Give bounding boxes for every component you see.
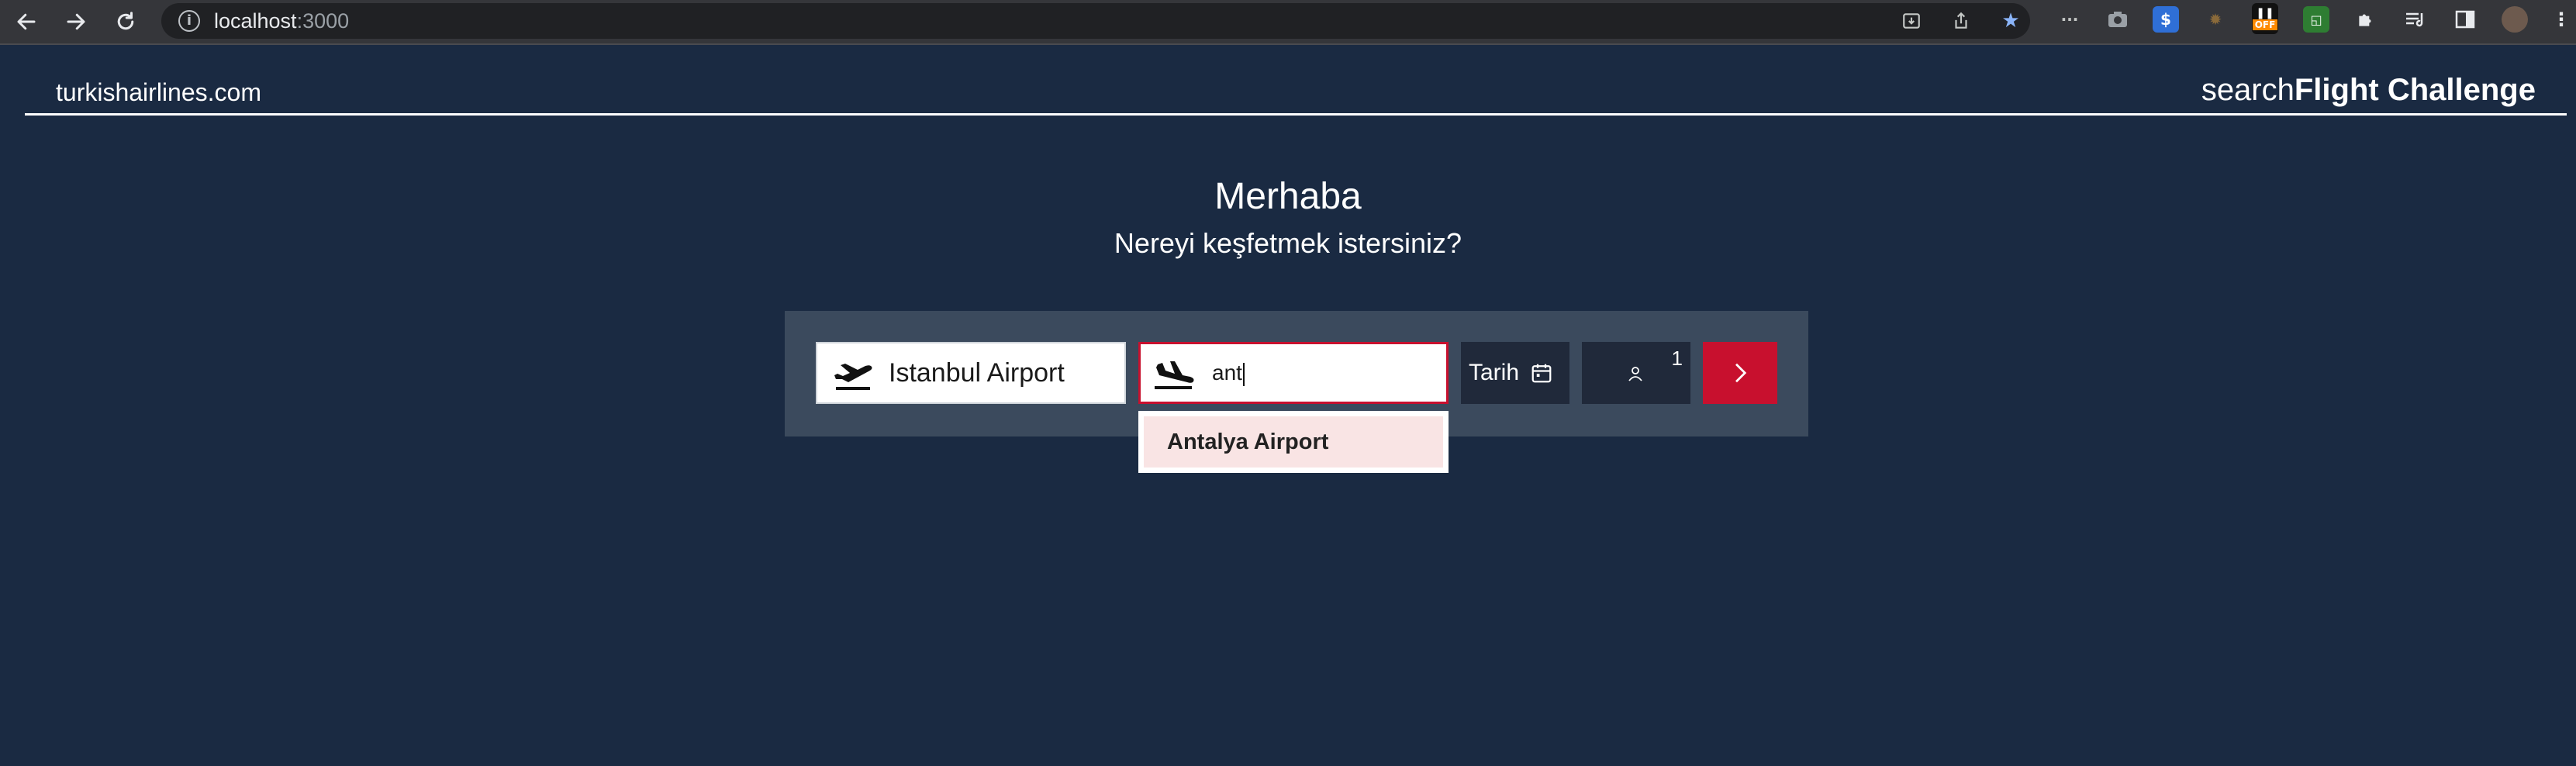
profile-avatar[interactable] <box>2502 6 2528 33</box>
text-caret <box>1242 362 1245 386</box>
person-icon <box>1628 367 1642 381</box>
pause-extension-icon[interactable]: ❚❚ OFF <box>2252 3 2278 34</box>
brand-bold: Flight Challenge <box>2294 73 2536 107</box>
extension-badge: OFF <box>2252 19 2278 30</box>
browser-toolbar: i localhost:3000 ★ ··· $ ✹ ❚❚ OFF ◱ ⋮ <box>0 0 2576 45</box>
reading-list-icon[interactable] <box>2402 6 2429 33</box>
address-bar[interactable]: i localhost:3000 ★ <box>161 3 2030 39</box>
install-app-icon[interactable] <box>1898 9 1925 33</box>
chevron-right-icon <box>1735 363 1747 383</box>
date-label: Tarih <box>1469 360 1520 385</box>
destination-text: ant <box>1212 361 1242 385</box>
greeting-subtitle: Nereyi keşfetmek istersiniz? <box>1114 227 1462 259</box>
passenger-button[interactable]: 1 <box>1582 342 1690 404</box>
calendar-icon <box>1531 364 1552 383</box>
site-name[interactable]: turkishairlines.com <box>56 78 261 107</box>
dollar-extension-icon[interactable]: $ <box>2153 6 2179 33</box>
origin-value: Istanbul Airport <box>889 358 1065 388</box>
forward-arrow-icon[interactable] <box>59 5 93 39</box>
bookmark-star-icon[interactable]: ★ <box>1998 9 2024 33</box>
browser-menu-icon[interactable]: ⋮ <box>2548 6 2574 33</box>
brand-title: searchFlight Challenge <box>2201 73 2536 108</box>
destination-input[interactable]: ant <box>1138 342 1449 404</box>
back-arrow-icon[interactable] <box>9 5 43 39</box>
destination-value[interactable]: ant <box>1212 344 1245 402</box>
date-picker-button[interactable]: Tarih <box>1461 342 1569 404</box>
pause-glyph-icon: ❚❚ <box>2256 7 2274 19</box>
destination-suggestions: Antalya Airport <box>1138 411 1449 473</box>
search-submit-button[interactable] <box>1703 342 1777 404</box>
gear-extension-icon[interactable]: ✹ <box>2202 6 2229 33</box>
address-bar-url[interactable]: localhost:3000 <box>214 3 349 39</box>
site-info-icon[interactable]: i <box>178 10 200 32</box>
green-extension-icon[interactable]: ◱ <box>2303 6 2329 33</box>
plane-landing-icon <box>1155 361 1194 389</box>
url-port: :3000 <box>296 9 350 33</box>
origin-input[interactable]: Istanbul Airport <box>816 342 1126 404</box>
site-header: turkishairlines.com searchFlight Challen… <box>25 43 2567 116</box>
reload-icon[interactable] <box>109 5 143 39</box>
extension-dots-icon[interactable]: ··· <box>2056 6 2083 33</box>
share-icon[interactable] <box>1948 9 1974 33</box>
url-host: localhost <box>214 9 297 33</box>
camera-extension-icon[interactable] <box>2105 6 2131 33</box>
puzzle-extensions-icon[interactable] <box>2353 6 2379 33</box>
greeting-title: Merhaba <box>1214 176 1362 217</box>
brand-prefix: search <box>2201 73 2295 107</box>
plane-takeoff-icon <box>834 364 872 390</box>
side-panel-icon[interactable] <box>2452 6 2478 33</box>
passenger-count: 1 <box>1671 347 1683 370</box>
suggestion-item[interactable]: Antalya Airport <box>1144 416 1443 468</box>
